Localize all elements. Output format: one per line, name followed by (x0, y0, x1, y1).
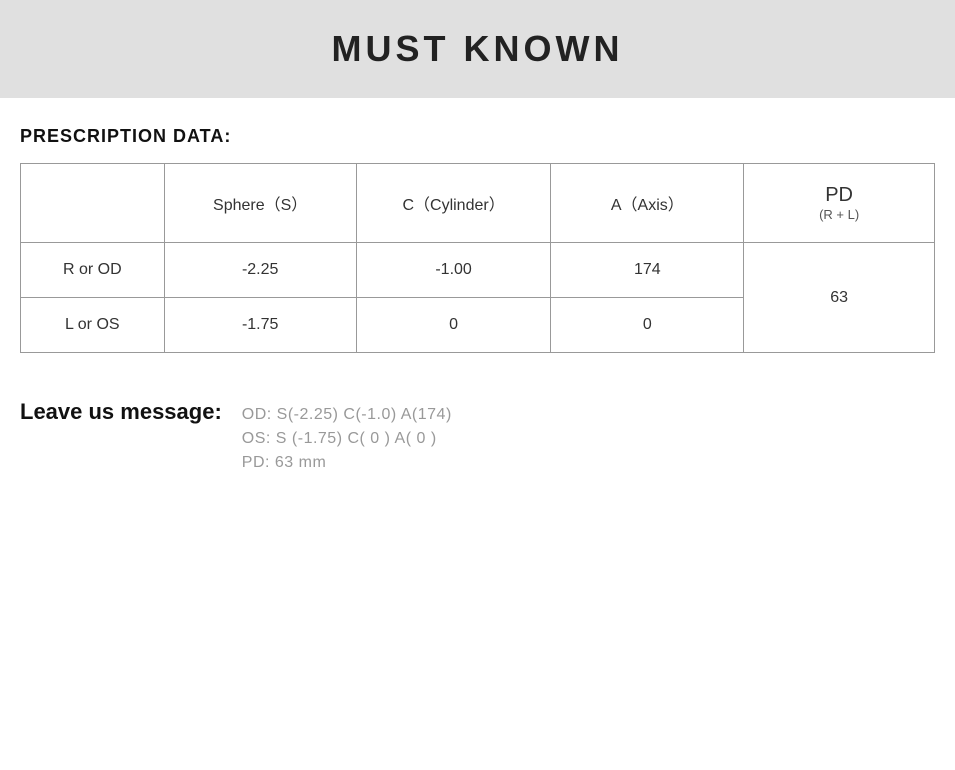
col-header-sphere: Sphere（S） (164, 164, 356, 243)
col-header-axis: A（Axis） (551, 164, 744, 243)
col-header-empty (21, 164, 165, 243)
header-banner: MUST KNOWN (0, 0, 955, 98)
message-line-pd: PD: 63 mm (242, 454, 452, 472)
prescription-table: Sphere（S） C（Cylinder） A（Axis） PD (R + L)… (20, 163, 935, 353)
pd-sub-label: (R + L) (754, 207, 924, 222)
message-label: Leave us message: (20, 399, 222, 425)
col-header-cylinder: C（Cylinder） (356, 164, 551, 243)
sphere-od: -2.25 (164, 243, 356, 298)
message-line-os: OS: S (-1.75) C( 0 ) A( 0 ) (242, 430, 452, 448)
col-header-pd: PD (R + L) (744, 164, 935, 243)
row-label-od: R or OD (21, 243, 165, 298)
row-label-os: L or OS (21, 298, 165, 353)
sphere-os: -1.75 (164, 298, 356, 353)
section-label: PRESCRIPTION DATA: (20, 126, 935, 147)
cylinder-os: 0 (356, 298, 551, 353)
message-details: OD: S(-2.25) C(-1.0) A(174) OS: S (-1.75… (242, 406, 452, 472)
pd-combined: 63 (744, 243, 935, 353)
message-line-od: OD: S(-2.25) C(-1.0) A(174) (242, 406, 452, 424)
message-section: Leave us message: OD: S(-2.25) C(-1.0) A… (20, 389, 935, 482)
axis-od: 174 (551, 243, 744, 298)
pd-value: 63 (830, 289, 848, 306)
table-row: R or OD -2.25 -1.00 174 63 (21, 243, 935, 298)
pd-main-label: PD (754, 184, 924, 207)
axis-os: 0 (551, 298, 744, 353)
cylinder-od: -1.00 (356, 243, 551, 298)
page-title: MUST KNOWN (0, 28, 955, 70)
